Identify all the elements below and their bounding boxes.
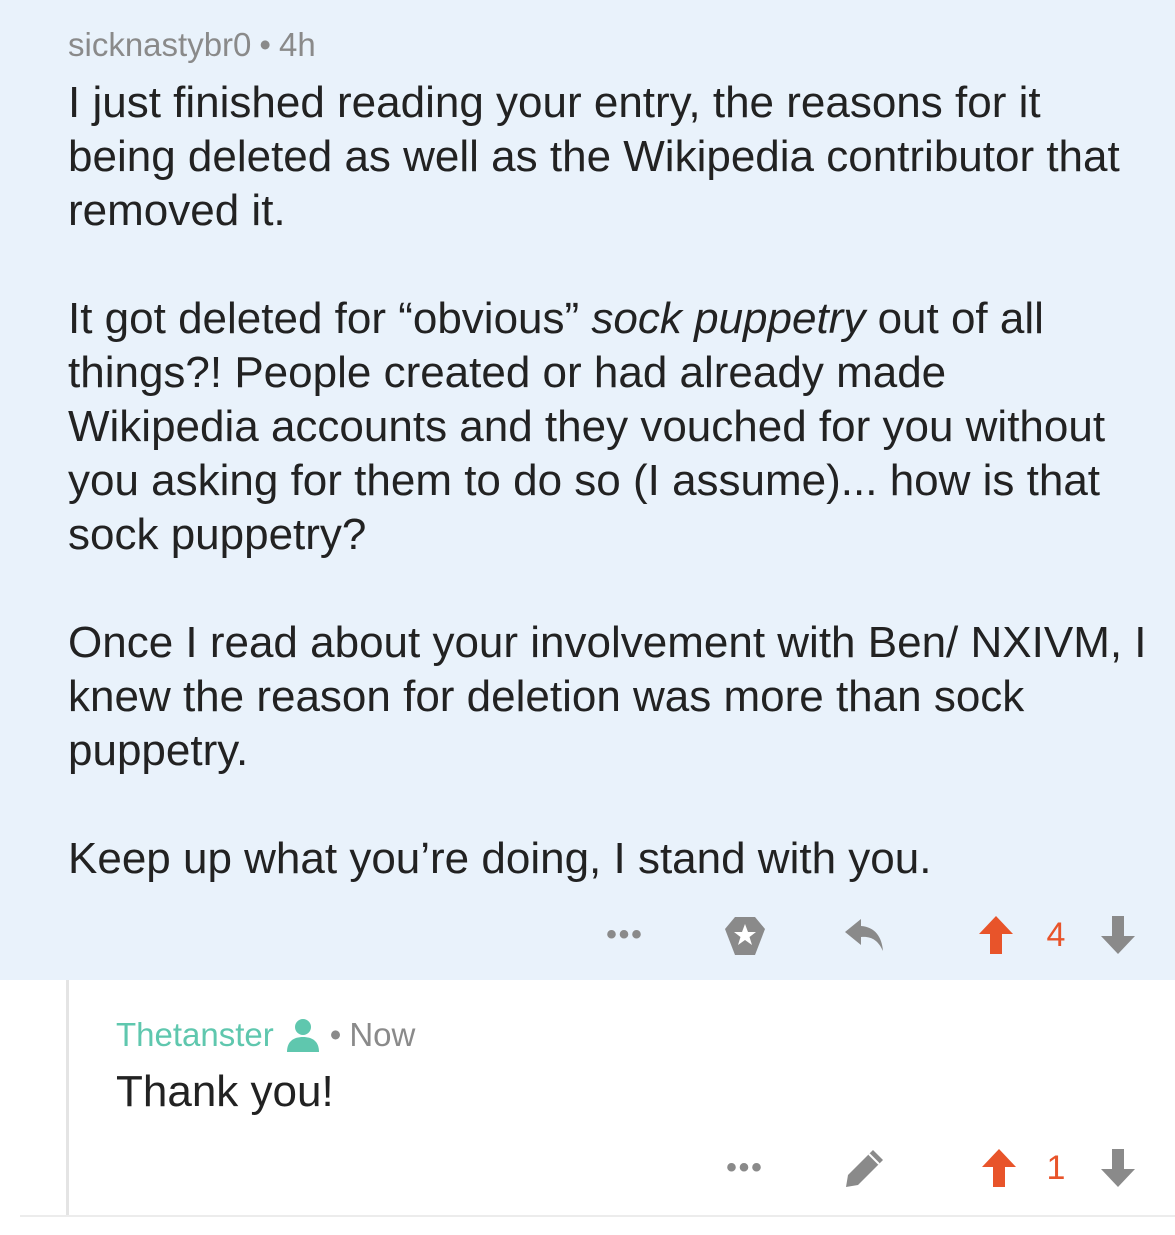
downvote-button[interactable]	[1092, 905, 1144, 965]
comment-body: I just finished reading your entry, the …	[68, 76, 1148, 886]
comment-age: Now	[349, 1016, 416, 1053]
comment-highlighted: sicknastybr0 • 4h I just finished reading …	[0, 0, 1175, 980]
award-button[interactable]	[715, 905, 775, 965]
vote-count: 4	[1046, 915, 1066, 954]
upvote-button[interactable]	[973, 1138, 1025, 1198]
comment-paragraph: I just finished reading your entry, the …	[68, 78, 1120, 235]
comment-author[interactable]: sicknastybr0	[68, 26, 251, 63]
comment-actions: ••• 4	[0, 905, 1175, 965]
comment-author[interactable]: Thetanster	[116, 1016, 274, 1054]
comment-meta: sicknastybr0 • 4h	[68, 26, 316, 64]
comment-actions: ••• 1	[0, 1138, 1175, 1198]
meta-separator: •	[329, 1016, 342, 1053]
comment-emphasis: sock puppetry	[591, 294, 866, 343]
comment-paragraph: Once I read about your involvement with …	[68, 618, 1147, 775]
downvote-arrow-icon	[1101, 1149, 1135, 1187]
more-options-button[interactable]: •••	[715, 1138, 775, 1198]
award-star-icon	[725, 917, 765, 955]
upvote-arrow-icon	[979, 916, 1013, 954]
comment-paragraph: Thank you!	[116, 1067, 334, 1116]
meta-separator: •	[259, 26, 271, 63]
comment-text-segment: It got deleted for “obvious”	[68, 294, 592, 343]
comment-meta: Thetanster • Now	[116, 1016, 415, 1054]
downvote-arrow-icon	[1101, 916, 1135, 954]
pencil-edit-icon	[846, 1150, 883, 1187]
vote-count: 1	[1046, 1148, 1066, 1187]
divider	[20, 1215, 1175, 1217]
more-options-button[interactable]: •••	[595, 905, 655, 965]
upvote-arrow-icon	[982, 1149, 1016, 1187]
reply-button[interactable]	[835, 905, 895, 965]
comment-paragraph: It got deleted for “obvious” sock puppet…	[68, 292, 1148, 562]
comment-age: 4h	[278, 26, 316, 63]
op-user-icon	[284, 1016, 322, 1054]
reply-arrow-icon	[845, 919, 883, 951]
comment-reply: Thetanster • Now Thank you! ••• 1	[0, 980, 1175, 1216]
upvote-button[interactable]	[970, 905, 1022, 965]
downvote-button[interactable]	[1092, 1138, 1144, 1198]
edit-button[interactable]	[835, 1138, 895, 1198]
comment-body: Thank you!	[116, 1065, 1116, 1119]
comment-paragraph: Keep up what you’re doing, I stand with …	[68, 834, 932, 883]
